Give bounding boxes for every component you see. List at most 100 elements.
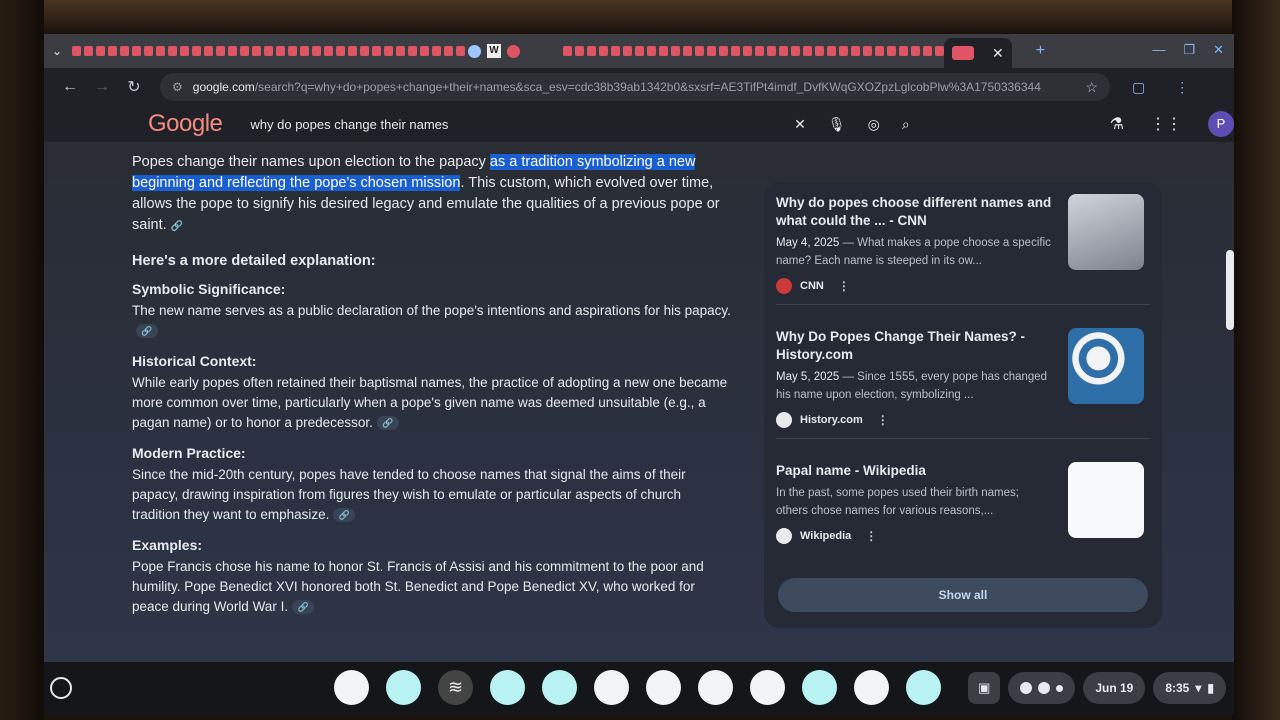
source-thumbnail[interactable] — [1068, 194, 1144, 270]
forward-icon[interactable]: → — [86, 78, 118, 96]
tab-favicon-icon[interactable] — [156, 46, 165, 56]
tab-favicon-icon[interactable] — [791, 46, 800, 56]
citation-link-icon[interactable]: 🔗 — [292, 600, 315, 615]
tab-favicon-icon[interactable] — [899, 46, 908, 56]
tab-favicon-icon[interactable] — [815, 46, 824, 56]
source-card-history[interactable]: Why Do Popes Change Their Names? - Histo… — [776, 328, 1150, 428]
microphone-icon[interactable]: 🎙 — [828, 116, 846, 133]
active-tab[interactable]: ✕ — [944, 38, 1012, 68]
show-all-button[interactable]: Show all — [778, 578, 1148, 612]
tab-favicon-icon[interactable] — [875, 46, 884, 56]
bookmark-star-icon[interactable]: ☆ — [1085, 79, 1098, 96]
more-options-icon[interactable]: ⋮ — [838, 279, 850, 293]
tab-favicon-icon[interactable] — [372, 46, 381, 56]
apps-grid-icon[interactable]: ⋮⋮ — [1150, 114, 1182, 134]
launcher-icon[interactable] — [50, 677, 72, 699]
globe-tab-icon[interactable] — [468, 44, 481, 58]
tab-favicon-icon[interactable] — [935, 46, 944, 56]
tab-favicon-icon[interactable] — [132, 46, 141, 56]
citation-link-icon[interactable]: 🔗 — [376, 416, 399, 431]
tab-favicon-icon[interactable] — [779, 46, 788, 56]
tab-favicon-icon[interactable] — [444, 46, 453, 56]
address-bar[interactable]: ⚙ google.com/search?q=why+do+popes+chang… — [160, 73, 1110, 101]
tab-favicon-icon[interactable] — [683, 46, 692, 56]
shelf-app-icon[interactable] — [854, 670, 889, 705]
shelf-app-icon[interactable] — [698, 670, 733, 705]
maximize-icon[interactable]: ❐ — [1183, 42, 1195, 58]
tab-favicon-icon[interactable] — [264, 46, 273, 56]
scrollbar[interactable] — [1226, 250, 1234, 330]
tab-favicon-icon[interactable] — [252, 46, 261, 56]
shelf-app-icon[interactable] — [542, 670, 577, 705]
tab-favicon-icon[interactable] — [420, 46, 429, 56]
tab-favicon-icon[interactable] — [396, 46, 405, 56]
search-icon[interactable]: ⌕ — [902, 116, 910, 133]
google-logo[interactable]: Google — [148, 110, 223, 138]
tab-favicon-icon[interactable] — [767, 46, 776, 56]
tab-favicon-icon[interactable] — [312, 46, 321, 56]
tab-favicon-icon[interactable] — [863, 46, 872, 56]
search-input[interactable] — [250, 116, 691, 132]
search-box[interactable] — [250, 108, 734, 140]
pinned-tabs-left[interactable] — [72, 44, 465, 58]
tab-favicon-icon[interactable] — [563, 46, 572, 56]
shelf-app-icon[interactable] — [646, 670, 681, 705]
close-window-icon[interactable]: ✕ — [1213, 42, 1224, 58]
tab-close-icon[interactable]: ✕ — [992, 45, 1004, 62]
tab-favicon-icon[interactable] — [623, 46, 632, 56]
shelf-app-icon[interactable] — [594, 670, 629, 705]
tab-favicon-icon[interactable] — [707, 46, 716, 56]
tab-favicon-icon[interactable] — [204, 46, 213, 56]
menu-icon[interactable]: ⋮ — [1175, 79, 1189, 96]
lens-icon[interactable]: ◎ — [868, 116, 880, 133]
tab-favicon-icon[interactable] — [216, 46, 225, 56]
source-title[interactable]: Why Do Popes Change Their Names? - Histo… — [776, 328, 1054, 364]
tab-favicon-icon[interactable] — [587, 46, 596, 56]
tab-favicon-icon[interactable] — [348, 46, 357, 56]
link-icon[interactable]: 🔗 — [171, 216, 183, 237]
media-controls[interactable] — [1008, 672, 1076, 704]
shelf-app-icon[interactable] — [334, 670, 369, 705]
tab-favicon-icon[interactable] — [288, 46, 297, 56]
tab-favicon-icon[interactable] — [731, 46, 740, 56]
tab-favicon-icon[interactable] — [671, 46, 680, 56]
tab-icon[interactable] — [507, 44, 520, 58]
pinned-tabs-right[interactable] — [563, 44, 944, 58]
tab-favicon-icon[interactable] — [432, 46, 441, 56]
more-options-icon[interactable]: ⋮ — [877, 413, 889, 427]
tab-favicon-icon[interactable] — [803, 46, 812, 56]
tab-favicon-icon[interactable] — [228, 46, 237, 56]
shelf-app-icon[interactable] — [386, 670, 421, 705]
tab-favicon-icon[interactable] — [240, 46, 249, 56]
shelf-app-icon[interactable] — [750, 670, 785, 705]
tab-favicon-icon[interactable] — [360, 46, 369, 56]
tab-favicon-icon[interactable] — [647, 46, 656, 56]
reload-icon[interactable]: ↻ — [118, 77, 150, 97]
minimize-icon[interactable]: — — [1152, 42, 1165, 58]
tab-favicon-icon[interactable] — [827, 46, 836, 56]
tab-favicon-icon[interactable] — [180, 46, 189, 56]
wikipedia-tab-icon[interactable]: W — [487, 44, 501, 58]
source-thumbnail[interactable] — [1068, 328, 1144, 404]
more-options-icon[interactable]: ⋮ — [865, 529, 877, 543]
tab-favicon-icon[interactable] — [887, 46, 896, 56]
shelf-app-icon[interactable] — [906, 670, 941, 705]
new-tab-button[interactable]: + — [1036, 42, 1045, 60]
tab-favicon-icon[interactable] — [456, 46, 465, 56]
tab-favicon-icon[interactable] — [755, 46, 764, 56]
tab-favicon-icon[interactable] — [192, 46, 201, 56]
tab-favicon-icon[interactable] — [84, 46, 93, 56]
url-text[interactable]: google.com/search?q=why+do+popes+change+… — [193, 80, 1041, 94]
wifi-app-icon[interactable]: ≋ — [438, 670, 473, 705]
back-icon[interactable]: ← — [54, 78, 86, 96]
shelf-app-icon[interactable] — [490, 670, 525, 705]
source-title[interactable]: Papal name - Wikipedia — [776, 462, 1054, 480]
tab-favicon-icon[interactable] — [120, 46, 129, 56]
avatar[interactable]: P — [1208, 111, 1234, 137]
date-button[interactable]: Jun 19 — [1083, 672, 1146, 704]
tab-favicon-icon[interactable] — [575, 46, 584, 56]
clear-search-icon[interactable]: ✕ — [794, 116, 806, 133]
source-card-cnn[interactable]: Why do popes choose different names and … — [776, 194, 1150, 294]
labs-flask-icon[interactable]: ⚗ — [1110, 114, 1124, 134]
tab-favicon-icon[interactable] — [300, 46, 309, 56]
